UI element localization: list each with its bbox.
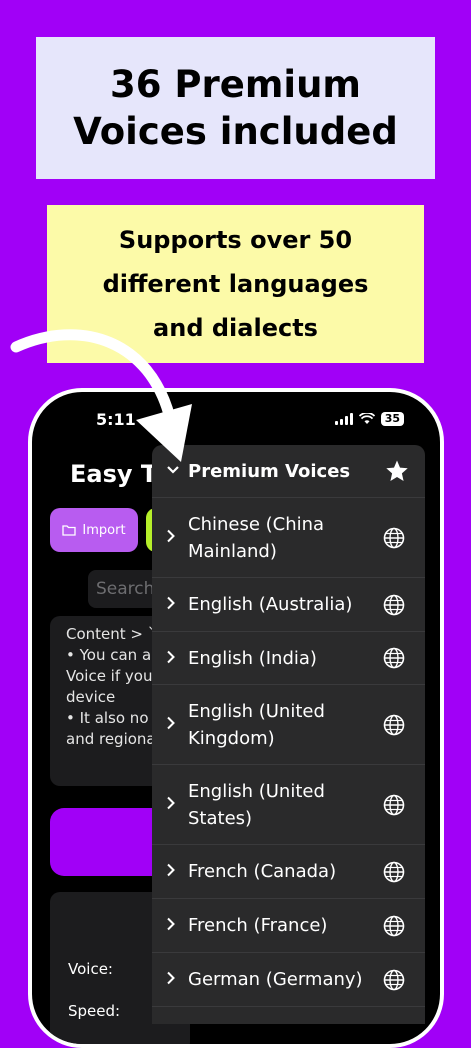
voice-item-french-canada[interactable]: French (Canada) (152, 845, 425, 899)
voice-item-label: English (Australia) (188, 594, 353, 615)
subheadline-banner: Supports over 50 different languages and… (47, 205, 424, 363)
headline-line-1: 36 Premium (110, 63, 361, 106)
voice-item-english-united-kingdom[interactable]: English (United Kingdom) (152, 685, 425, 765)
star-icon[interactable] (385, 459, 409, 483)
subheadline-line-2: different languages (102, 270, 369, 298)
chevron-right-icon (166, 862, 188, 881)
voice-item-english-united-states[interactable]: English (United States) (152, 765, 425, 845)
globe-icon (383, 969, 405, 990)
voice-item-label: German (Germany) (188, 969, 363, 990)
chevron-right-icon (166, 715, 188, 734)
voice-dropdown-menu: Premium Voices Chinese (China Mainland) … (152, 445, 425, 1024)
subheadline-text: Supports over 50 different languages and… (103, 218, 369, 350)
chevron-right-icon (166, 916, 188, 935)
import-button[interactable]: Import (50, 508, 138, 552)
headline-banner: 36 Premium Voices included (36, 37, 435, 179)
voice-item-english-india[interactable]: English (India) (152, 632, 425, 685)
globe-icon (383, 861, 405, 882)
subheadline-line-1: Supports over 50 (118, 226, 353, 254)
voice-item-chinese-china-mainland[interactable]: Chinese (China Mainland) (152, 498, 425, 578)
voice-label: Voice: (68, 960, 113, 978)
globe-icon (383, 794, 405, 815)
subheadline-line-3: and dialects (153, 314, 318, 342)
globe-icon (383, 647, 405, 669)
status-icons: 35 (334, 412, 404, 426)
chevron-right-icon (166, 795, 188, 814)
voice-item-label: English (India) (188, 647, 317, 669)
wifi-icon (358, 413, 375, 424)
voice-item-english-australia[interactable]: English (Australia) (152, 578, 425, 632)
voice-item-label: French (France) (188, 915, 328, 936)
voice-item-label: French (Canada) (188, 861, 337, 882)
premium-voices-title: Premium Voices (188, 460, 351, 482)
headline-line-2: Voices included (73, 110, 398, 153)
globe-icon (383, 714, 405, 735)
chevron-down-icon (166, 463, 180, 479)
voice-item-label: English (United States) (188, 780, 325, 829)
voice-item-french-france[interactable]: French (France) (152, 899, 425, 953)
import-label: Import (82, 522, 126, 538)
folder-icon (62, 525, 77, 536)
globe-icon (383, 915, 405, 936)
chevron-right-icon (166, 649, 188, 668)
chevron-right-icon (166, 970, 188, 989)
battery-indicator: 35 (380, 412, 404, 426)
voice-item-german-germany[interactable]: German (Germany) (152, 953, 425, 1007)
cellular-signal-icon (334, 413, 353, 425)
voice-item-label: English (United Kingdom) (188, 700, 325, 749)
status-time: 5:11 (96, 410, 136, 429)
voice-item-label: Chinese (China Mainland) (188, 513, 325, 562)
premium-voices-header[interactable]: Premium Voices (152, 445, 425, 498)
globe-icon (383, 594, 405, 615)
headline-text: 36 Premium Voices included (73, 61, 398, 155)
chevron-right-icon (166, 528, 188, 547)
chevron-right-icon (166, 595, 188, 614)
speed-label: Speed: (68, 1002, 121, 1020)
globe-icon (383, 527, 405, 548)
